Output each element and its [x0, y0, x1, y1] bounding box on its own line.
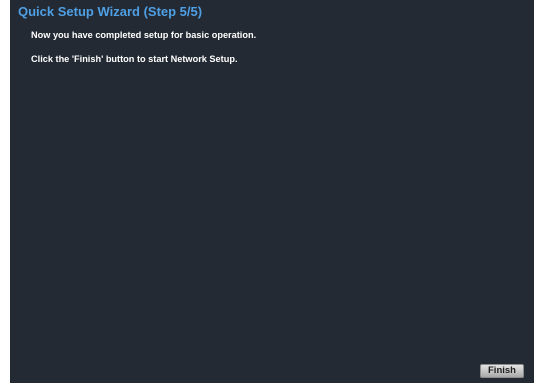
wizard-panel: Quick Setup Wizard (Step 5/5) Now you ha… [10, 0, 534, 383]
finish-button[interactable]: Finish [480, 364, 524, 378]
completion-message: Now you have completed setup for basic o… [31, 30, 257, 40]
wizard-title: Quick Setup Wizard (Step 5/5) [18, 4, 203, 19]
instruction-message: Click the 'Finish' button to start Netwo… [31, 54, 238, 64]
